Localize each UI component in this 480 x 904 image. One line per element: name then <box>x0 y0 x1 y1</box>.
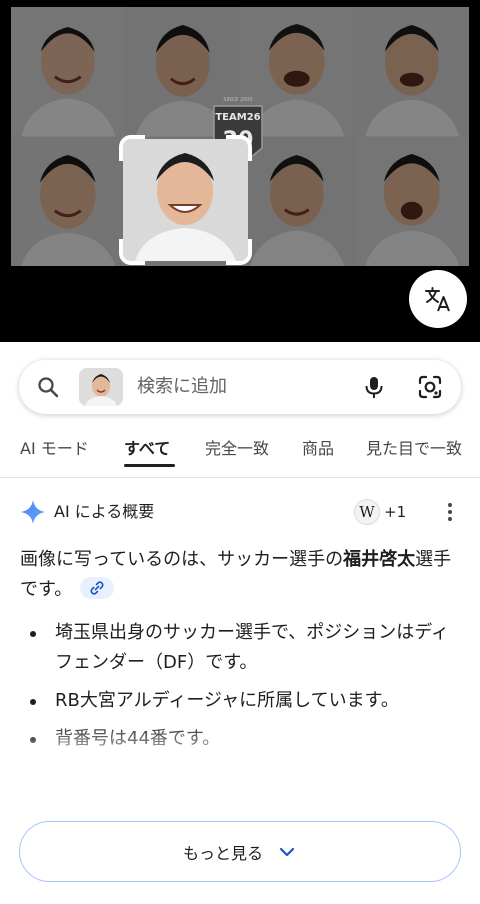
player-photo <box>354 7 469 137</box>
citation-link-chip[interactable] <box>80 577 115 599</box>
show-more-button[interactable]: もっと見る <box>19 821 461 882</box>
tab-products[interactable]: 商品 <box>302 438 334 460</box>
summary-prefix: 画像に写っているのは、サッカー選手の <box>20 549 344 570</box>
crop-corner-handle[interactable] <box>119 135 145 161</box>
content-fade <box>0 730 480 770</box>
ai-summary-text: 画像に写っているのは、サッカー選手の福井啓太選手です。 <box>20 545 460 605</box>
search-bar[interactable]: 検索に追加 <box>19 360 461 414</box>
image-thumbnail[interactable] <box>79 368 123 406</box>
more-options-icon[interactable] <box>444 500 456 524</box>
logo-top-text: SINCE 2000 <box>223 97 252 103</box>
crop-selection[interactable] <box>119 135 252 265</box>
link-icon <box>90 581 104 595</box>
tab-all[interactable]: すべて <box>124 438 170 460</box>
lens-camera-icon[interactable] <box>417 374 443 400</box>
source-count: +1 <box>384 503 407 521</box>
ai-sparkle-icon <box>21 500 45 524</box>
search-tabs: AI モード すべて 完全一致 商品 見た目で一致 <box>0 430 480 470</box>
logo-main-text: TEAM26 <box>215 112 260 123</box>
ai-overview-header: AI による概要 W +1 <box>20 497 460 527</box>
translate-icon <box>425 287 450 312</box>
source-chip[interactable]: W +1 <box>354 499 406 525</box>
tab-exact-match[interactable]: 完全一致 <box>205 438 269 460</box>
tab-ai-mode[interactable]: AI モード <box>20 438 89 460</box>
crop-corner-handle[interactable] <box>119 239 145 265</box>
chevron-down-icon <box>279 847 295 856</box>
search-icon[interactable] <box>36 375 60 399</box>
search-input[interactable]: 検索に追加 <box>137 375 227 399</box>
microphone-icon[interactable] <box>361 374 387 400</box>
image-viewer: SINCE 2000 TEAM26 20 TH <box>0 0 480 342</box>
player-photo <box>354 136 469 266</box>
crop-corner-handle[interactable] <box>226 239 252 265</box>
active-tab-indicator <box>124 464 175 467</box>
player-photo <box>11 136 126 266</box>
translate-button[interactable] <box>409 270 467 328</box>
player-photo <box>11 7 126 137</box>
list-item: 埼玉県出身のサッカー選手で、ポジションはディフェンダー（DF）です。 <box>20 618 460 678</box>
ai-overview-title: AI による概要 <box>54 502 155 521</box>
crop-corner-handle[interactable] <box>226 135 252 161</box>
wikipedia-icon: W <box>354 499 380 525</box>
list-item: RB大宮アルディージャに所属しています。 <box>20 686 460 716</box>
tab-visual-matches[interactable]: 見た目で一致 <box>366 438 462 460</box>
show-more-label: もっと見る <box>182 843 263 863</box>
player-name: 福井啓太 <box>343 549 416 570</box>
tabs-divider <box>0 477 480 478</box>
